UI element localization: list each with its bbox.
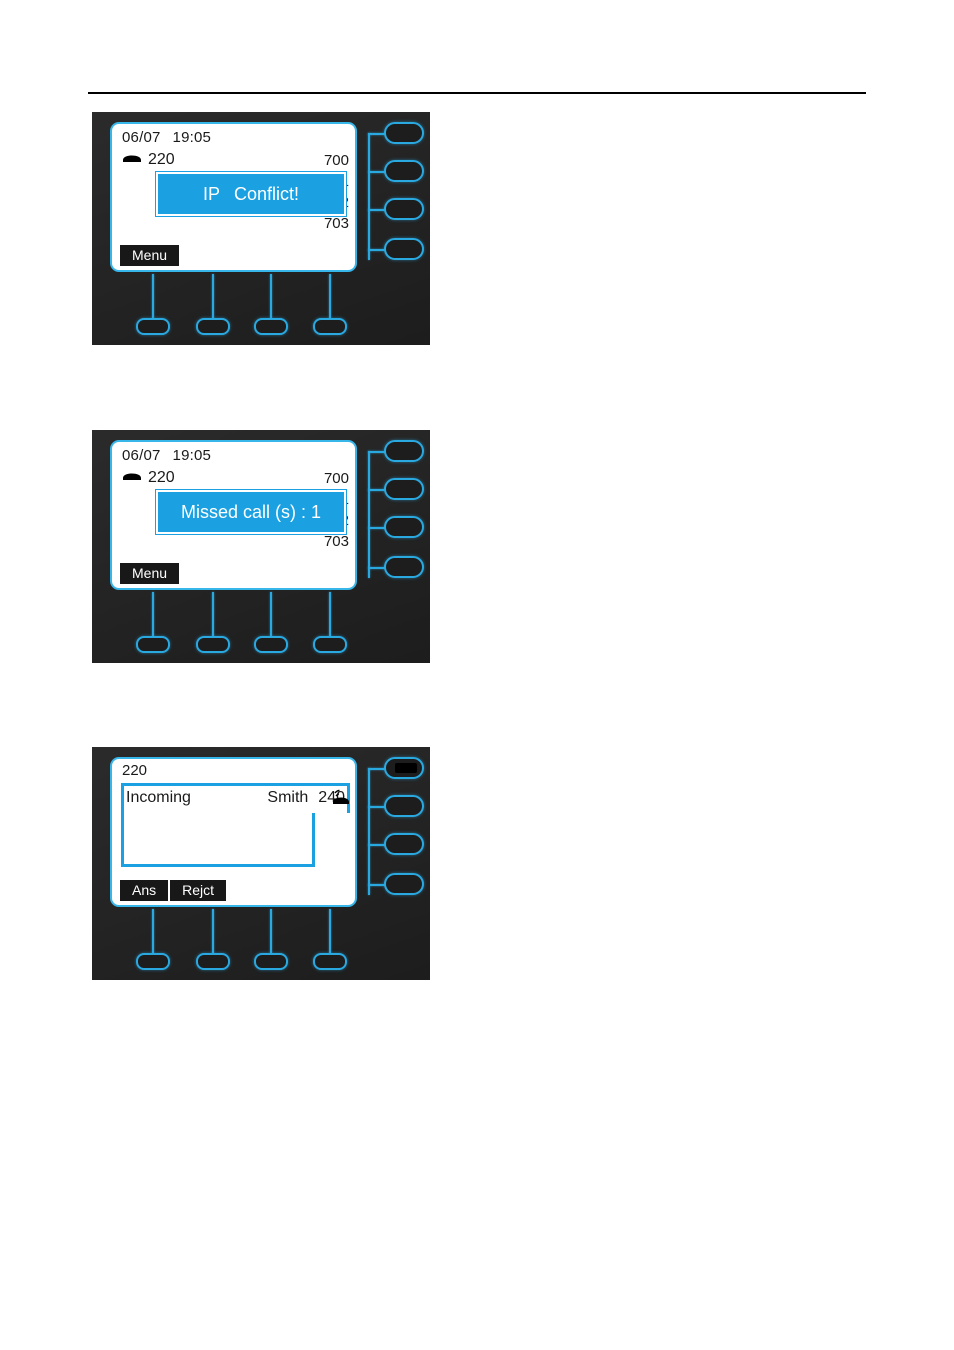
status-date: 06/07 xyxy=(122,447,161,464)
caller-name: Smith xyxy=(267,789,309,806)
softkey-trace xyxy=(152,274,154,319)
softkey-trace xyxy=(270,274,272,319)
line-key-group xyxy=(368,438,426,598)
bottom-softkey-4[interactable] xyxy=(313,636,347,653)
line-key-1[interactable] xyxy=(384,757,424,779)
account-row: 220 xyxy=(122,151,175,169)
softkey-trace xyxy=(270,592,272,637)
line-key-group xyxy=(368,120,426,280)
softkey-bar: Menu xyxy=(120,245,180,266)
status-date: 06/07 xyxy=(122,129,161,146)
account-row: 220 xyxy=(122,469,175,487)
line-key-trace xyxy=(368,133,370,260)
bottom-softkey-group xyxy=(110,909,360,971)
popup-text-right: Conflict! xyxy=(233,183,300,204)
line-key-trace xyxy=(368,768,370,895)
line-key-3[interactable] xyxy=(384,198,424,220)
softkey-trace xyxy=(152,592,154,637)
line-key-group xyxy=(368,755,426,915)
local-extension-label: 220 xyxy=(122,762,148,779)
softkey-menu[interactable]: Menu xyxy=(120,563,180,584)
softkey-menu[interactable]: Menu xyxy=(120,245,180,266)
popup-text-left: IP xyxy=(202,183,220,204)
line-label: 703 xyxy=(323,215,349,232)
softkey-trace xyxy=(212,274,214,319)
bottom-softkey-1[interactable] xyxy=(136,318,170,335)
line-key-1[interactable] xyxy=(384,122,424,144)
line-key-4[interactable] xyxy=(384,556,424,578)
status-time: 19:05 xyxy=(172,447,212,464)
bottom-softkey-1[interactable] xyxy=(136,636,170,653)
line-key-2[interactable] xyxy=(384,478,424,500)
line-label: 700 xyxy=(323,470,349,487)
popup-notification: IP Conflict! xyxy=(156,172,346,216)
line-label: 703 xyxy=(323,533,349,550)
bottom-softkey-2[interactable] xyxy=(196,636,230,653)
call-state-label: Incoming xyxy=(126,789,191,806)
handset-icon xyxy=(122,151,142,169)
softkey-trace xyxy=(212,909,214,954)
softkey-bar: Menu xyxy=(120,563,180,584)
status-bar: 06/07 19:05 xyxy=(122,129,211,146)
account-extension: 220 xyxy=(148,151,175,168)
softkey-trace xyxy=(329,909,331,954)
line-key-3[interactable] xyxy=(384,516,424,538)
bottom-softkey-4[interactable] xyxy=(313,953,347,970)
status-time: 19:05 xyxy=(172,129,212,146)
phone-figure-missed-call: 06/0719:05 220 700 01 02 703 Missed call… xyxy=(92,430,430,663)
bottom-softkey-3[interactable] xyxy=(254,318,288,335)
bottom-softkey-2[interactable] xyxy=(196,953,230,970)
bottom-softkey-3[interactable] xyxy=(254,953,288,970)
bottom-softkey-group xyxy=(110,274,360,336)
softkey-trace xyxy=(212,592,214,637)
line-key-4[interactable] xyxy=(384,238,424,260)
line-key-trace xyxy=(368,451,370,578)
page-horizontal-rule xyxy=(88,92,866,94)
bottom-softkey-3[interactable] xyxy=(254,636,288,653)
softkey-reject[interactable]: Rejct xyxy=(170,880,227,901)
bottom-softkey-group xyxy=(110,592,360,654)
status-bar: 06/07 19:05 xyxy=(122,447,211,464)
line-key-2[interactable] xyxy=(384,795,424,817)
bottom-softkey-2[interactable] xyxy=(196,318,230,335)
phone-figure-ip-conflict: 06/0719:05 220 700 01 02 703 IPConflict! xyxy=(92,112,430,345)
phone-screen: 06/0719:05 220 700 01 02 703 Missed call… xyxy=(110,440,357,590)
softkey-trace xyxy=(329,592,331,637)
call-info-row: Incoming Smith 240 xyxy=(126,786,345,810)
handset-icon xyxy=(122,469,142,487)
softkey-bar: Ans Rejct xyxy=(120,880,227,901)
line-key-1[interactable] xyxy=(384,440,424,462)
incoming-call-icon xyxy=(331,787,351,807)
bottom-softkey-4[interactable] xyxy=(313,318,347,335)
account-extension: 220 xyxy=(148,469,175,486)
phone-screen: 220 Incoming Smith 240 Ans Rejct xyxy=(110,757,357,907)
bottom-softkey-1[interactable] xyxy=(136,953,170,970)
line-label: 700 xyxy=(323,152,349,169)
phone-figure-incoming-call: 220 Incoming Smith 240 Ans Rejct xyxy=(92,747,430,980)
line-key-2[interactable] xyxy=(384,160,424,182)
softkey-trace xyxy=(329,274,331,319)
softkey-trace xyxy=(152,909,154,954)
softkey-answer[interactable]: Ans xyxy=(120,880,169,901)
line-key-3[interactable] xyxy=(384,833,424,855)
popup-notification: Missed call (s) : 1 xyxy=(156,490,346,534)
softkey-trace xyxy=(270,909,272,954)
line-key-4[interactable] xyxy=(384,873,424,895)
phone-screen: 06/0719:05 220 700 01 02 703 IPConflict! xyxy=(110,122,357,272)
